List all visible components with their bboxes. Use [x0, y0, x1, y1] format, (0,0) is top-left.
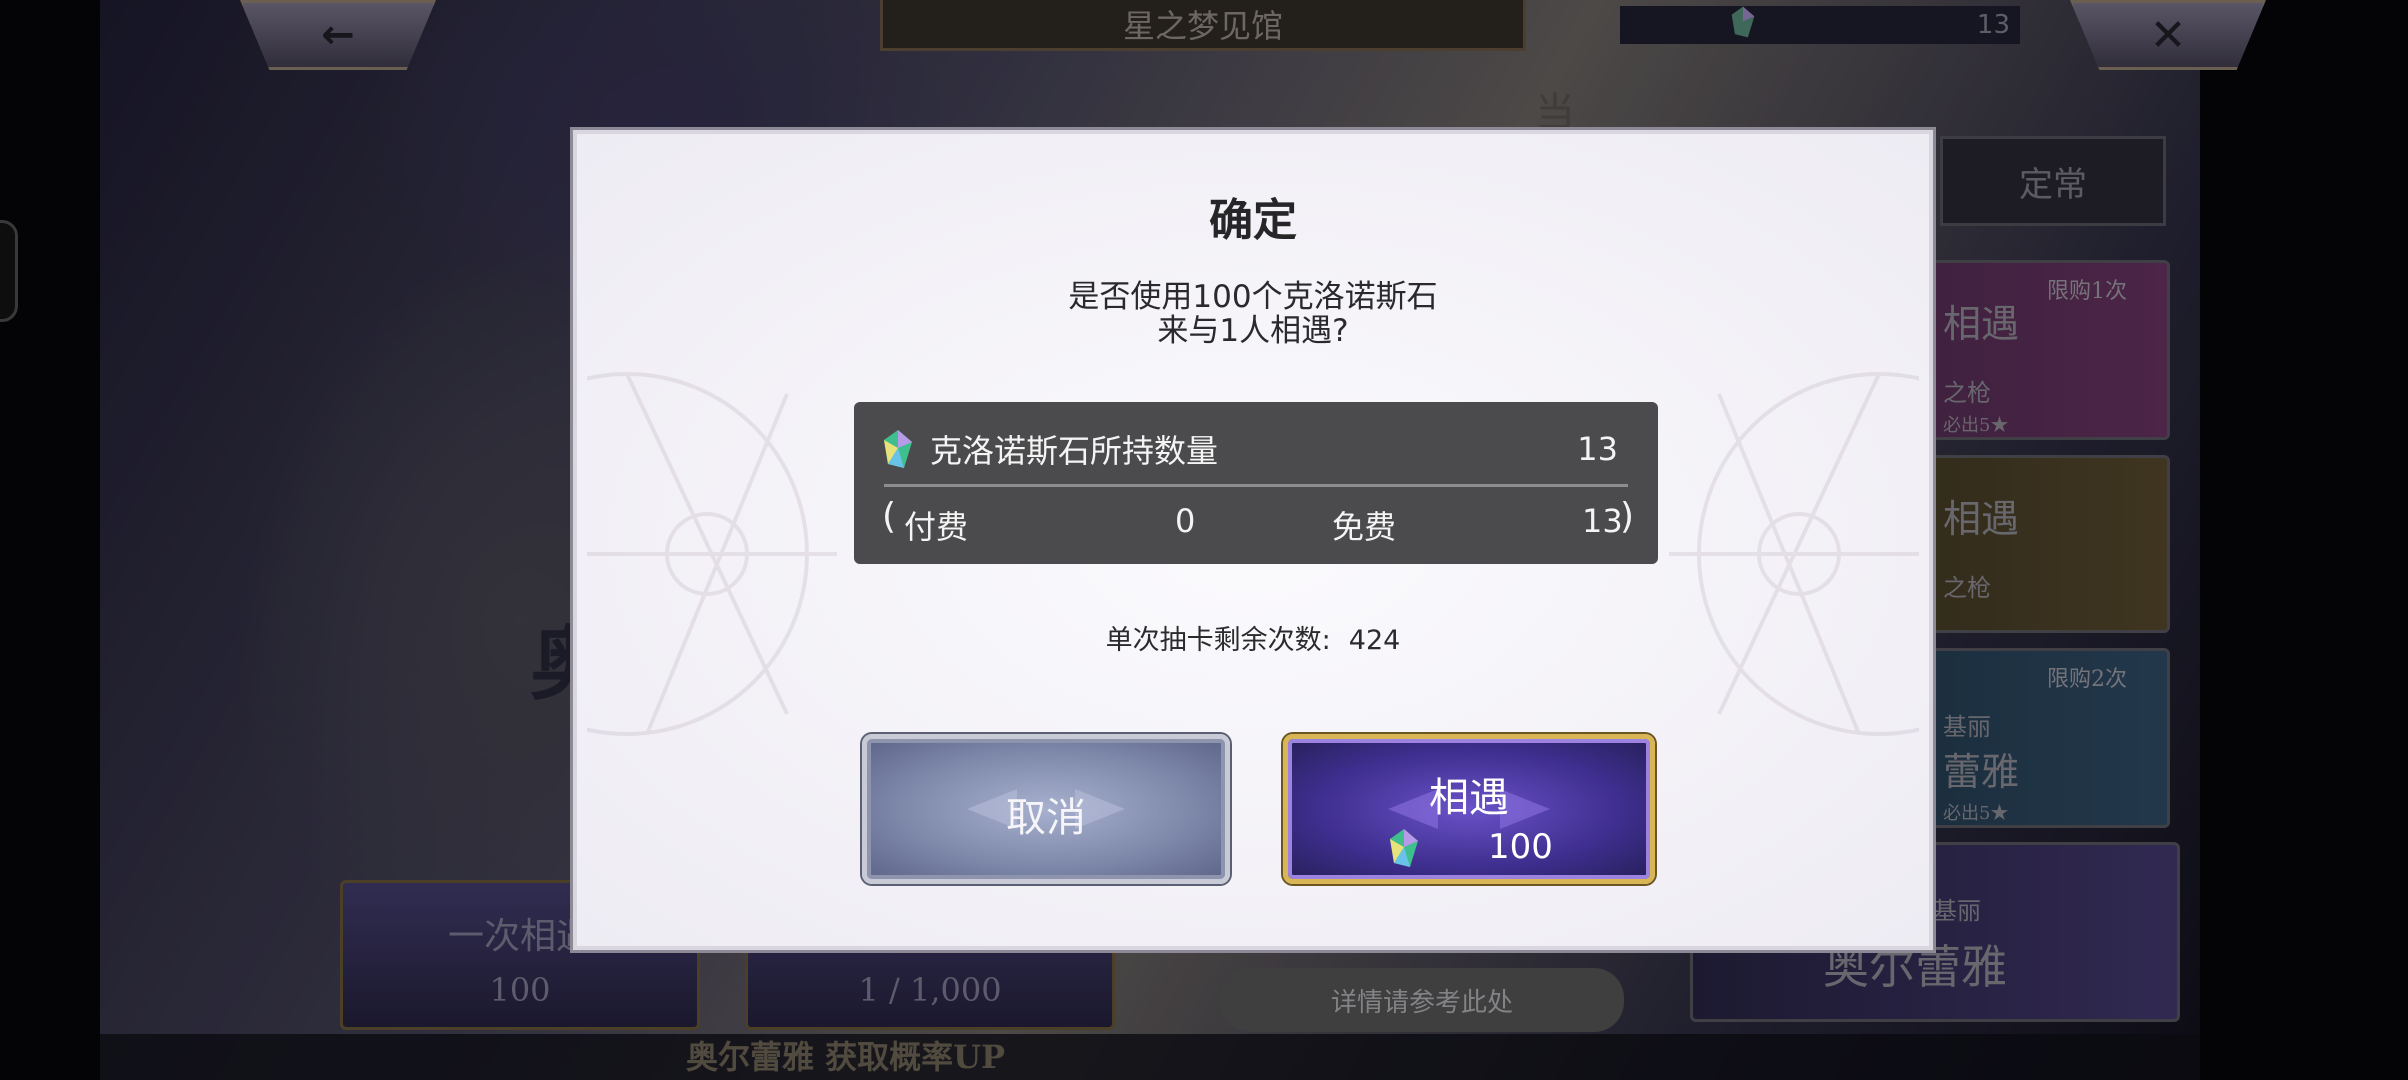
- encounter-cost-value: 100: [1488, 827, 1553, 867]
- free-value: 13: [1582, 502, 1623, 540]
- remaining-label: 单次抽卡剩余次数:: [1105, 625, 1331, 656]
- stone-label: 克洛诺斯石所持数量: [930, 432, 1219, 470]
- panel-divider: [884, 484, 1628, 487]
- remaining-value: 424: [1348, 625, 1401, 656]
- chronos-stone-icon: [884, 430, 912, 468]
- dialog-title: 确定: [1209, 195, 1297, 246]
- stone-breakdown-row: ( 付费 0 免费 13 ): [882, 496, 1634, 546]
- right-ornament-icon: [1669, 372, 1919, 736]
- remaining-pulls: 单次抽卡剩余次数: 424: [577, 618, 1929, 657]
- paid-label: 付费: [904, 508, 969, 546]
- stone-total-row: 克洛诺斯石所持数量 13: [882, 424, 1618, 474]
- dialog-message: 是否使用100个克洛诺斯石 来与1人相遇?: [577, 280, 1929, 348]
- cancel-button[interactable]: 取消: [862, 734, 1230, 884]
- paid-value: 0: [1175, 502, 1196, 540]
- close-paren: ): [1620, 496, 1635, 537]
- cancel-label: 取消: [1006, 795, 1086, 841]
- confirm-dialog: 确定 是否使用100个克洛诺斯石 来与1人相遇? 克洛诺斯石所持数量 13 ( …: [573, 130, 1933, 950]
- chronos-stone-icon: [1390, 829, 1418, 867]
- left-ornament-icon: [587, 372, 837, 736]
- encounter-label: 相遇: [1429, 775, 1509, 821]
- stone-total: 13: [1577, 430, 1618, 468]
- open-paren: (: [882, 496, 897, 537]
- message-line-1: 是否使用100个克洛诺斯石: [1068, 279, 1438, 315]
- stone-balance-panel: 克洛诺斯石所持数量 13 ( 付费 0 免费 13 ): [854, 402, 1658, 564]
- encounter-cost: 100: [1388, 827, 1650, 871]
- message-line-2: 来与1人相遇?: [1157, 313, 1349, 349]
- free-label: 免费: [1332, 508, 1397, 546]
- encounter-button[interactable]: 相遇 100: [1283, 734, 1655, 884]
